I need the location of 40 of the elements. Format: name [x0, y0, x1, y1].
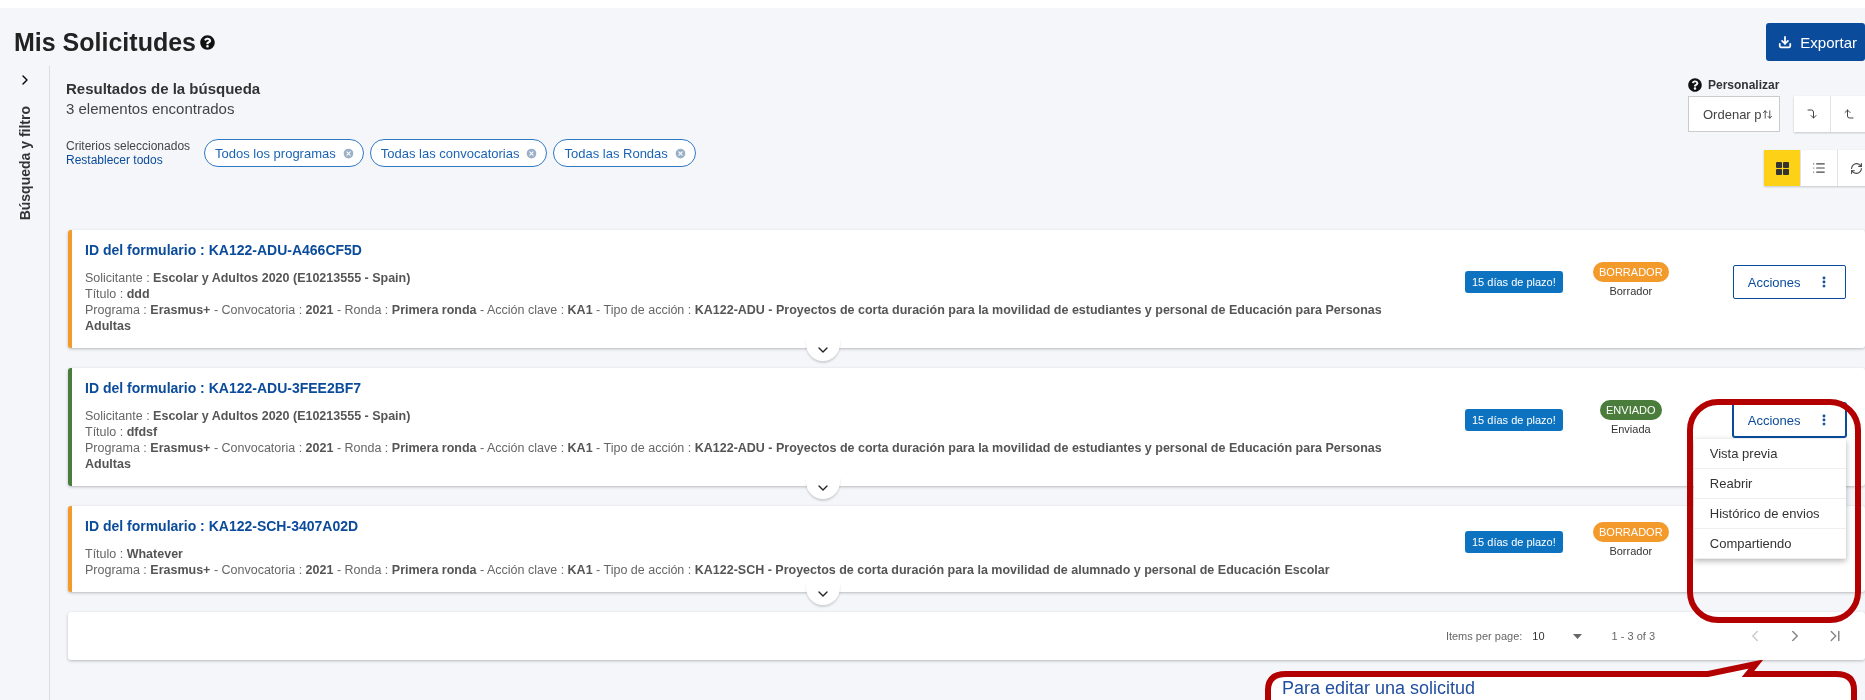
application-detail: Título : dfdsf: [85, 424, 159, 440]
criteria-label: Criterios seleccionados: [66, 139, 191, 153]
form-id-link[interactable]: ID del formulario : KA122-ADU-3FEE2BF7: [85, 380, 1465, 396]
reset-link[interactable]: Restablecer todos: [66, 153, 191, 167]
page-range: 1 - 3 of 3: [1611, 630, 1655, 642]
menu-item[interactable]: Reabrir: [1693, 469, 1846, 499]
sort-select[interactable]: Ordenar p: [1688, 96, 1780, 132]
items-per-page-label: Items per page:: [1445, 630, 1523, 642]
export-button[interactable]: Exportar: [1766, 23, 1865, 61]
status-note: Borrador: [1609, 284, 1653, 297]
customize-label: Personalizar: [1708, 78, 1780, 92]
application-detail: Título : Whatever: [85, 546, 184, 562]
application-detail: Programa : Erasmus+ - Convocatoria : 2021 - Ronda : Primera ronda - Acción clave : KA1 - Tipo de acción : KA122-ADU - Proyectos de corta duración para la movilidad de estudiantes y personal de Educación para Personas Adultas: [85, 440, 1383, 472]
deadline-badge: 15 días de plazo!: [1465, 409, 1563, 431]
filter-chip[interactable]: Todas las convocatorias: [369, 139, 548, 167]
filter-chip[interactable]: Todos los programas: [204, 139, 364, 167]
form-id-link[interactable]: ID del formulario : KA122-SCH-3407A02D: [85, 518, 1465, 534]
menu-item[interactable]: Vista previa: [1693, 439, 1846, 469]
deadline-badge: 15 días de plazo!: [1465, 531, 1563, 553]
form-id-link[interactable]: ID del formulario : KA122-ADU-A466CF5D: [85, 242, 1465, 258]
application-detail: Solicitante : Escolar y Adultos 2020 (E10213555 - Spain): [85, 270, 412, 286]
actions-button[interactable]: Acciones: [1732, 403, 1846, 437]
application-detail: Programa : Erasmus+ - Convocatoria : 2021 - Ronda : Primera ronda - Acción clave : KA1 - Tipo de acción : KA122-SCH - Proyectos de corta duración para la movilidad de alumnado y personal de Educación Escolar: [85, 562, 1331, 578]
status-badge: BORRADOR: [1593, 261, 1669, 282]
deadline-badge: 15 días de plazo!: [1465, 271, 1563, 293]
page-size-select[interactable]: 10: [1532, 630, 1582, 642]
callout-text: Para editar una solicitud: [1282, 678, 1476, 699]
application-detail: Solicitante : Escolar y Adultos 2020 (E10213555 - Spain): [85, 408, 412, 424]
status-note: Enviada: [1610, 422, 1651, 435]
status-note: Borrador: [1609, 544, 1653, 557]
sidebar-label[interactable]: Búsqueda y filtro: [16, 106, 33, 221]
filter-chip[interactable]: Todas las Rondas: [553, 139, 696, 167]
actions-button[interactable]: Acciones: [1732, 265, 1846, 299]
status-badge: BORRADOR: [1593, 521, 1669, 542]
page-title: Mis Solicitudes: [14, 27, 196, 57]
status-badge: ENVIADO: [1600, 399, 1662, 420]
results-heading: Resultados de la búsqueda: [66, 80, 262, 97]
application-detail: Título : ddd: [85, 286, 151, 302]
results-count: 3 elementos encontrados: [66, 100, 236, 117]
application-detail: Programa : Erasmus+ - Convocatoria : 2021 - Ronda : Primera ronda - Acción clave : KA1 - Tipo de acción : KA122-ADU - Proyectos de corta duración para la movilidad de estudiantes y personal de Educación para Personas Adultas: [85, 302, 1383, 334]
